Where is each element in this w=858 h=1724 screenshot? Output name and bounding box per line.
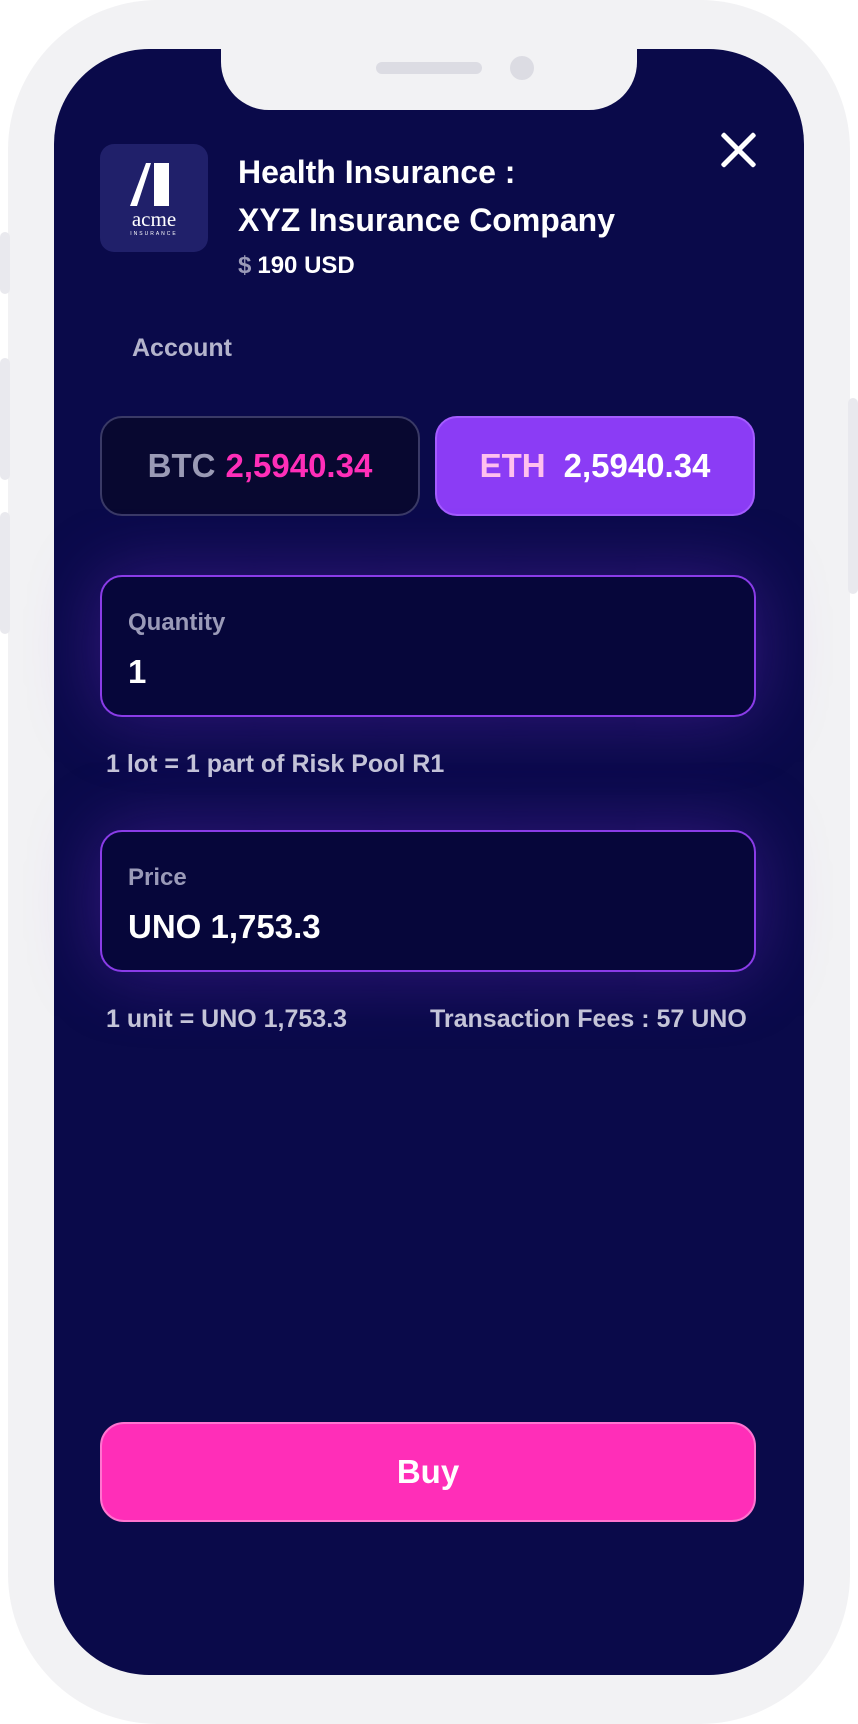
product-title-line2: XYZ Insurance Company [238,202,615,238]
close-icon[interactable] [716,128,760,172]
dollar-icon: $ [238,252,252,279]
quantity-field[interactable]: Quantity 1 [100,575,756,717]
account-currency: BTC [147,447,216,484]
phone-mute-switch [0,232,10,294]
quantity-label: Quantity [128,609,226,636]
phone-camera [510,56,534,80]
quantity-value[interactable]: 1 [128,653,146,691]
transaction-fees-note: Transaction Fees : 57 UNO [430,1005,747,1033]
product-price: $190 USD [238,252,355,280]
logo-subtitle: INSURANCE [130,231,178,237]
product-title-line1: Health Insurance : [238,154,516,190]
account-label: Account [132,334,232,362]
product-title: Health Insurance : XYZ Insurance Company [238,148,615,244]
phone-volume-down-button [0,512,10,634]
phone-volume-up-button [0,358,10,480]
buy-button[interactable]: Buy [100,1422,756,1522]
logo-wordmark: acme [131,207,177,231]
account-balance: 2,5940.34 [563,447,711,484]
acme-logo-mark [130,163,169,206]
unit-price-note: 1 unit = UNO 1,753.3 [106,1005,348,1033]
lot-note: 1 lot = 1 part of Risk Pool R1 [106,750,445,778]
account-option-btc[interactable]: BTC 2,5940.34 [100,416,420,516]
product-price-value: 190 USD [257,252,355,279]
phone-speaker [376,62,482,74]
account-balance: 2,5940.34 [225,447,373,484]
account-currency: ETH [479,447,546,484]
price-field[interactable]: Price UNO 1,753.3 [100,830,756,972]
phone-notch [221,40,637,110]
acme-logo-icon: acme INSURANCE [100,144,208,252]
price-label: Price [128,864,187,891]
phone-power-button [848,398,858,594]
account-option-eth[interactable]: ETH 2,5940.34 [435,416,755,516]
price-value[interactable]: UNO 1,753.3 [128,908,321,946]
